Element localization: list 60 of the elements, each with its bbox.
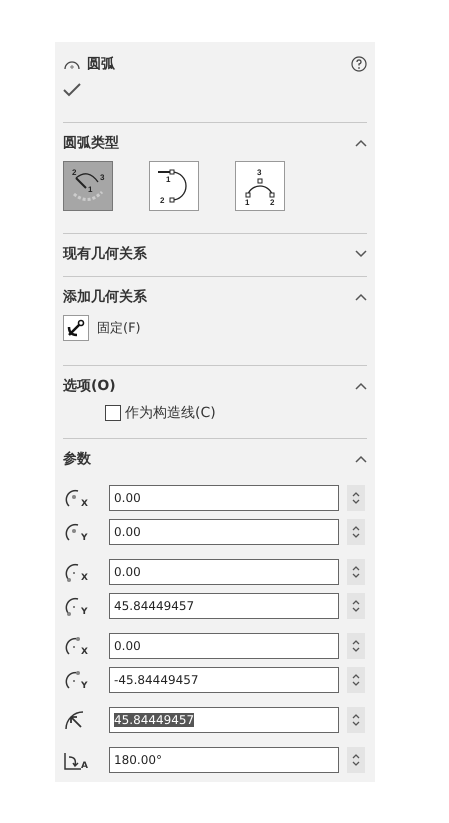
field-value: 0.00	[114, 639, 141, 653]
section-title: 添加几何关系	[63, 288, 147, 306]
spin-button[interactable]	[347, 747, 365, 773]
number-field[interactable]: 180.00°	[109, 747, 339, 773]
axis-label: Y	[81, 682, 88, 691]
field-value: 45.84449457	[114, 599, 194, 613]
field-value: -45.84449457	[114, 673, 198, 687]
axis-label: A	[81, 762, 88, 771]
number-field[interactable]: 0.00	[109, 519, 339, 545]
number-field[interactable]: 0.00	[109, 485, 339, 511]
axis-label: Y	[81, 608, 88, 617]
spin-arrows-icon	[351, 490, 361, 506]
checkbox-label: 作为构造线(C)	[125, 404, 216, 422]
chevron-down-icon[interactable]	[355, 250, 367, 258]
arc-point-icon	[63, 669, 83, 691]
axis-label: X	[81, 500, 88, 509]
fix-relation-button[interactable]	[63, 315, 89, 341]
spin-button[interactable]	[347, 559, 365, 585]
section-title: 选项(O)	[63, 377, 116, 395]
spin-arrows-icon	[351, 752, 361, 768]
section-title: 现有几何关系	[63, 245, 147, 263]
spin-button[interactable]	[347, 707, 365, 733]
help-icon[interactable]	[351, 56, 367, 72]
checkbox[interactable]	[105, 405, 121, 421]
spin-button[interactable]	[347, 485, 365, 511]
spin-arrows-icon	[351, 672, 361, 688]
field-value: 0.00	[114, 491, 141, 505]
spin-button[interactable]	[347, 593, 365, 619]
panel-title: 圆弧	[87, 55, 116, 73]
spin-button[interactable]	[347, 633, 365, 659]
number-field[interactable]: 0.00	[109, 633, 339, 659]
field-value: 180.00°	[114, 753, 162, 767]
anchor-icon	[66, 318, 86, 338]
number-field[interactable]: 45.84449457	[109, 593, 339, 619]
confirm-check-icon[interactable]	[63, 83, 81, 97]
axis-label: Y	[81, 534, 88, 543]
field-value: 45.84449457	[114, 713, 194, 727]
relation-label: 固定(F)	[97, 320, 141, 337]
axis-label: X	[81, 648, 88, 657]
field-value: 0.00	[114, 565, 141, 579]
spin-button[interactable]	[347, 667, 365, 693]
section-title: 圆弧类型	[63, 134, 119, 152]
chevron-up-icon[interactable]	[355, 382, 367, 390]
arc-point-icon	[63, 635, 83, 657]
number-field[interactable]: -45.84449457	[109, 667, 339, 693]
spin-arrows-icon	[351, 712, 361, 728]
number-field[interactable]: 0.00	[109, 559, 339, 585]
spin-arrows-icon	[351, 564, 361, 580]
chevron-up-icon[interactable]	[355, 293, 367, 301]
field-value: 0.00	[114, 525, 141, 539]
spin-arrows-icon	[351, 598, 361, 614]
chevron-up-icon[interactable]	[355, 139, 367, 147]
axis-label: X	[81, 574, 88, 583]
number-field[interactable]: 45.84449457	[109, 707, 339, 733]
section-title: 参数	[63, 450, 91, 468]
chevron-up-icon[interactable]	[355, 455, 367, 463]
spin-arrows-icon	[351, 524, 361, 540]
spin-button[interactable]	[347, 519, 365, 545]
spin-arrows-icon	[351, 638, 361, 654]
radius-icon	[63, 709, 85, 731]
